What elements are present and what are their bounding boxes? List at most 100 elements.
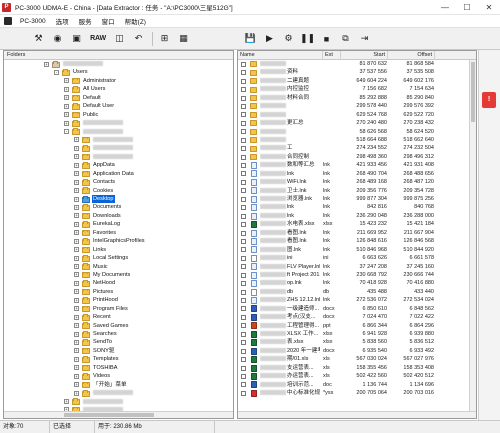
scroll-thumb[interactable] — [471, 62, 475, 122]
close-button[interactable]: ✕ — [478, 0, 500, 15]
file-row[interactable]: 材料合同 85 292 888 85 290 840 — [238, 94, 476, 102]
file-checkbox[interactable] — [241, 163, 246, 169]
tree-row[interactable]: + Application Data — [4, 170, 233, 178]
tree-row[interactable]: + Desktop — [4, 195, 233, 204]
tree-row[interactable]: + SendTo — [4, 338, 233, 346]
tree-label[interactable]: Music — [92, 263, 109, 271]
file-checkbox[interactable] — [241, 196, 246, 202]
expand-icon[interactable]: + — [74, 297, 79, 303]
tree-row[interactable]: + TOSHIBA — [4, 364, 233, 372]
tree-row[interactable]: + Links — [4, 246, 233, 254]
file-row[interactable]: ZHS 12.12.lnk lnk 272 536 072 272 534 024 — [238, 296, 476, 305]
tree-label[interactable] — [92, 389, 134, 397]
expand-icon[interactable]: + — [74, 339, 79, 345]
menu-window[interactable]: 窗口 — [97, 16, 120, 26]
expand-icon[interactable]: + — [74, 162, 79, 168]
collapse-icon[interactable]: - — [54, 69, 59, 75]
file-row[interactable]: 期/01.xls xls 567 030 024 567 027 976 — [238, 355, 476, 364]
expand-icon[interactable]: + — [74, 255, 79, 261]
expand-icon[interactable]: + — [74, 390, 79, 396]
file-checkbox[interactable] — [241, 365, 246, 371]
tree-row[interactable]: + Favorites — [4, 229, 233, 237]
tree-row[interactable]: + Downloads — [4, 212, 233, 220]
tree-row[interactable]: + Local Settings — [4, 254, 233, 262]
tree-label[interactable]: NetHood — [92, 279, 116, 287]
file-row[interactable]: 看图.lnk lnk 211 669 952 211 667 904 — [238, 229, 476, 237]
tree-row[interactable]: + Searches — [4, 330, 233, 338]
menu-service[interactable]: 服务 — [74, 16, 97, 26]
file-checkbox[interactable] — [241, 306, 246, 312]
tree-row[interactable]: - Users — [4, 68, 233, 76]
file-checkbox[interactable] — [241, 120, 246, 126]
record-icon[interactable]: ⚙ — [280, 30, 297, 47]
tree-label[interactable]: Local Settings — [92, 254, 129, 262]
expand-icon[interactable]: + — [74, 348, 79, 354]
expand-icon[interactable]: + — [74, 280, 79, 286]
tree-label[interactable] — [82, 128, 124, 136]
file-checkbox[interactable] — [241, 213, 246, 219]
tree-row[interactable]: + NetHood — [4, 279, 233, 287]
file-checkbox[interactable] — [241, 247, 246, 253]
tree-label[interactable]: AppData — [92, 161, 116, 169]
tree-label[interactable]: TOSHIBA — [92, 364, 118, 372]
expand-icon[interactable]: + — [64, 120, 69, 126]
expand-icon[interactable]: + — [64, 399, 69, 404]
expand-icon[interactable]: + — [74, 314, 79, 320]
expand-icon[interactable]: + — [74, 264, 79, 269]
tree-label[interactable]: All Users — [82, 85, 106, 93]
expand-icon[interactable]: + — [74, 137, 79, 143]
file-row[interactable]: 58 626 568 58 624 520 — [238, 128, 476, 136]
expand-icon[interactable]: + — [74, 204, 79, 210]
file-row[interactable]: 图.lnk lnk 510 846 968 510 844 920 — [238, 246, 476, 254]
expand-icon[interactable]: + — [74, 221, 79, 227]
file-row[interactable]: 内控监控 7 156 682 7 154 634 — [238, 85, 476, 93]
tree-row[interactable]: + All Users — [4, 85, 233, 93]
file-checkbox[interactable] — [241, 171, 246, 177]
file-checkbox[interactable] — [241, 179, 246, 185]
column-ext[interactable]: Ext — [323, 51, 341, 60]
file-row[interactable]: 工程管理得... ppt 6 866 344 6 864 296 — [238, 322, 476, 330]
tree-row[interactable]: + Videos — [4, 372, 233, 380]
maximize-button[interactable]: ☐ — [456, 0, 478, 15]
file-row[interactable]: 浏览器.lnk lnk 999 877 304 999 875 256 — [238, 195, 476, 203]
file-checkbox[interactable] — [241, 87, 246, 93]
tree-label[interactable]: Program Files — [92, 305, 129, 313]
tree-label[interactable]: Saved Games — [92, 322, 129, 330]
back-icon[interactable]: ↶ — [130, 30, 147, 47]
tree-label[interactable]: Favorites — [92, 229, 117, 237]
file-checkbox[interactable] — [241, 238, 246, 244]
file-row[interactable]: lnk lnk 268 490 704 268 488 656 — [238, 170, 476, 178]
file-checkbox[interactable] — [241, 289, 246, 295]
tree-label[interactable]: Contacts — [92, 178, 116, 186]
file-row[interactable]: 更汇总 270 240 480 270 238 432 — [238, 119, 476, 127]
column-name[interactable]: Name — [238, 51, 323, 60]
tree-label[interactable] — [92, 153, 134, 161]
tree-row[interactable]: + — [4, 144, 233, 152]
tree-row[interactable]: + Contacts — [4, 178, 233, 186]
tree-label[interactable]: Administrator — [82, 77, 117, 85]
file-checkbox[interactable] — [241, 323, 246, 329]
file-checkbox[interactable] — [241, 331, 246, 337]
file-row[interactable]: WiFi.lnk lnk 268 489 168 268 487 120 — [238, 178, 476, 186]
tree-label[interactable]: Default User — [82, 102, 115, 110]
tree-row[interactable]: + IntelGraphicsProfiles — [4, 237, 233, 245]
tree-label[interactable] — [82, 119, 124, 127]
file-row[interactable]: 工 274 234 552 274 232 504 — [238, 144, 476, 152]
tree-row[interactable]: + Cookies — [4, 187, 233, 195]
tree-row[interactable]: + My Documents — [4, 271, 233, 279]
expand-icon[interactable]: + — [64, 112, 69, 118]
tree-label[interactable]: Default — [82, 94, 102, 102]
file-row[interactable]: 518 664 688 518 662 640 — [238, 136, 476, 144]
binoculars-icon[interactable]: ◉ — [49, 30, 66, 47]
tree-label[interactable]: Desktop — [92, 195, 115, 204]
raw-button[interactable]: RAW — [87, 30, 109, 47]
minimize-button[interactable]: — — [434, 0, 456, 15]
expand-icon[interactable]: + — [74, 213, 79, 219]
expand-icon[interactable]: + — [74, 196, 79, 202]
file-row[interactable]: 看图.lnk lnk 126 848 616 126 846 568 — [238, 237, 476, 245]
tree-label[interactable]: Pictures — [92, 288, 114, 296]
tree-label[interactable]: Documents — [92, 203, 122, 211]
file-row[interactable]: 表.xlsx xlsx 5 838 560 5 836 512 — [238, 338, 476, 347]
tree-row[interactable]: + Saved Games — [4, 322, 233, 330]
expand-icon[interactable]: + — [74, 154, 79, 160]
